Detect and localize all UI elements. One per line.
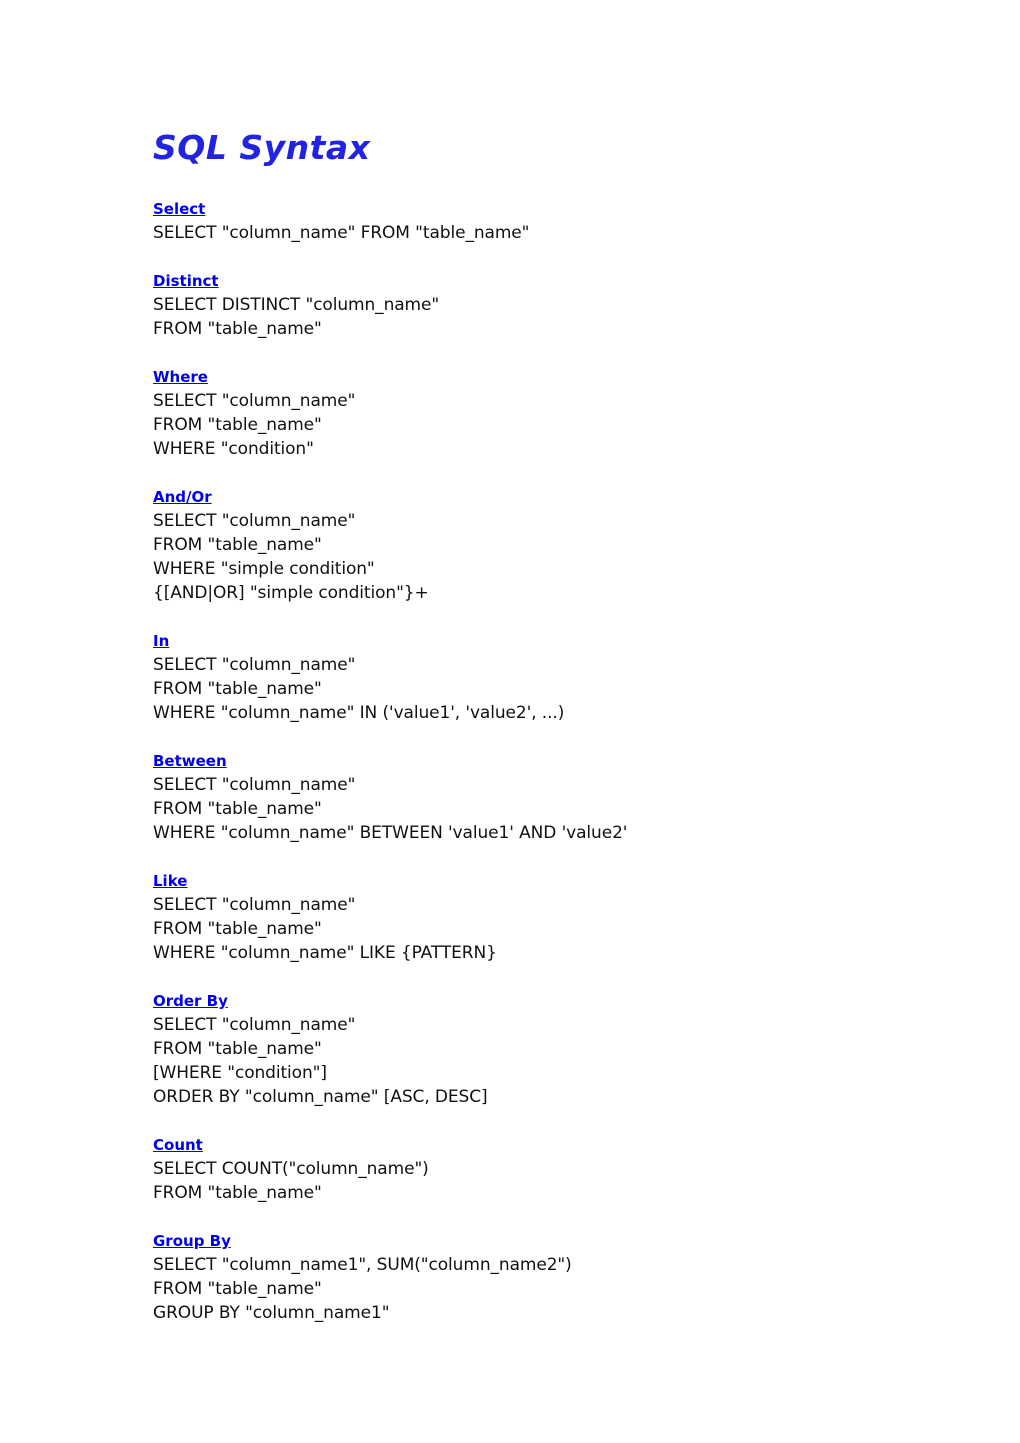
sql-code-line: WHERE "condition" [153,439,314,459]
sql-section: And/Or SELECT "column_name" FROM "table_na… [153,485,913,605]
sql-section: Count SELECT COUNT("column_name") FROM "ta… [153,1133,913,1205]
sql-code-line: SELECT "column_name" [153,511,356,531]
sql-code-block: SELECT "column_name" FROM "table_name" WHE… [153,893,913,965]
sql-section: Group By SELECT "column_name1", SUM("colu… [153,1229,913,1325]
sql-code-line: FROM "table_name" [153,415,322,435]
section-heading-link[interactable]: Distinct [153,269,219,293]
sql-section: Order By SELECT "column_name" FROM "table_… [153,989,913,1109]
section-heading-link[interactable]: Order By [153,989,228,1013]
sql-code-line: FROM "table_name" [153,1279,322,1299]
sql-code-block: SELECT "column_name" FROM "table_name" WHE… [153,773,913,845]
section-heading-link[interactable]: Select [153,197,205,221]
section-heading-link[interactable]: Where [153,365,208,389]
sql-code-line: SELECT "column_name" [153,1015,356,1035]
document-content: SQL Syntax Select SELECT "column_name" FR… [153,127,913,1325]
sql-code-line: ORDER BY "column_name" [ASC, DESC] [153,1087,488,1107]
sql-code-line: SELECT DISTINCT "column_name" [153,295,440,315]
sql-code-line: SELECT "column_name" FROM "table_name" [153,223,530,243]
sql-code-line: GROUP BY "column_name1" [153,1303,390,1323]
sql-code-line: FROM "table_name" [153,319,322,339]
sql-code-block: SELECT "column_name" FROM "table_name" [153,221,913,245]
sql-code-block: SELECT COUNT("column_name") FROM "table_n… [153,1157,913,1205]
sql-code-line: FROM "table_name" [153,535,322,555]
sql-code-line: FROM "table_name" [153,799,322,819]
sql-section: Distinct SELECT DISTINCT "column_name" FRO… [153,269,913,341]
section-heading-link[interactable]: In [153,629,169,653]
sql-code-block: SELECT DISTINCT "column_name" FROM "table… [153,293,913,341]
sql-code-line: SELECT "column_name" [153,391,356,411]
sql-section: Between SELECT "column_name" FROM "table_n… [153,749,913,845]
sql-section: Like SELECT "column_name" FROM "table_name… [153,869,913,965]
sql-code-line: FROM "table_name" [153,1183,322,1203]
sql-code-line: SELECT "column_name1", SUM("column_name2… [153,1255,572,1275]
sql-code-line: WHERE "column_name" IN ('value1', 'value… [153,703,565,723]
sql-code-block: SELECT "column_name" FROM "table_name" [WH… [153,1013,913,1109]
sql-code-line: WHERE "simple condition" [153,559,375,579]
sql-code-block: SELECT "column_name" FROM "table_name" WHE… [153,389,913,461]
sql-code-line: [WHERE "condition"] [153,1063,327,1083]
sql-code-line: SELECT "column_name" [153,655,356,675]
sql-code-line: FROM "table_name" [153,1039,322,1059]
sql-code-line: FROM "table_name" [153,919,322,939]
sql-code-line: WHERE "column_name" LIKE {PATTERN} [153,943,497,963]
sql-code-line: SELECT "column_name" [153,895,356,915]
sql-code-line: WHERE "column_name" BETWEEN 'value1' AND… [153,823,628,843]
section-heading-link[interactable]: Like [153,869,187,893]
section-heading-link[interactable]: And/Or [153,485,212,509]
sql-code-block: SELECT "column_name" FROM "table_name" WHE… [153,653,913,725]
sql-section: In SELECT "column_name" FROM "table_name" W… [153,629,913,725]
sql-code-line: {[AND|OR] "simple condition"}+ [153,583,429,603]
sql-code-block: SELECT "column_name" FROM "table_name" WHE… [153,509,913,605]
section-heading-link[interactable]: Between [153,749,227,773]
sql-code-line: SELECT COUNT("column_name") [153,1159,429,1179]
sql-code-block: SELECT "column_name1", SUM("column_name2… [153,1253,913,1325]
sql-code-line: FROM "table_name" [153,679,322,699]
page-title: SQL Syntax [153,128,371,167]
sql-sections-list: Select SELECT "column_name" FROM "table_n… [153,197,913,1325]
section-heading-link[interactable]: Count [153,1133,203,1157]
section-heading-link[interactable]: Group By [153,1229,231,1253]
sql-section: Select SELECT "column_name" FROM "table_n… [153,197,913,245]
sql-section: Where SELECT "column_name" FROM "table_nam… [153,365,913,461]
sql-code-line: SELECT "column_name" [153,775,356,795]
document-page: SQL Syntax Select SELECT "column_name" FR… [0,0,1020,1443]
